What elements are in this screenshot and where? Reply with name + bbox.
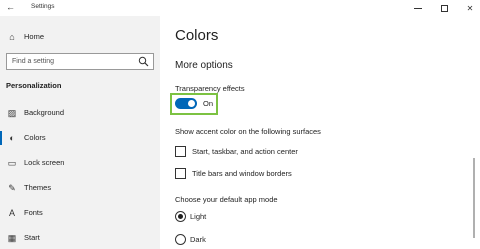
accent-surfaces-label: Show accent color on the following surfa… — [175, 127, 321, 136]
sidebar-item-label: Colors — [24, 133, 46, 142]
palette-icon: ◐ — [9, 133, 15, 143]
scrollbar[interactable] — [473, 158, 475, 238]
sidebar-item-label: Background — [24, 108, 65, 117]
sidebar-item-colors[interactable]: ◐ Colors — [0, 129, 160, 149]
sidebar-item-label: Home — [24, 32, 45, 41]
sidebar-item-start[interactable]: ▦ Start — [0, 229, 160, 249]
window-title-bar: ← Settings ✕ — [0, 0, 480, 16]
checkbox-box[interactable] — [175, 146, 186, 157]
radio-label: Dark — [190, 235, 206, 244]
sidebar-item-home[interactable]: ⌂ Home — [0, 28, 160, 48]
app-mode-label: Choose your default app mode — [175, 195, 278, 204]
maximize-icon — [440, 4, 448, 12]
search-input[interactable]: Find a setting — [6, 53, 154, 70]
sidebar-item-background[interactable]: ▨ Background — [0, 104, 160, 124]
section-heading: More options — [175, 60, 233, 71]
transparency-toggle[interactable] — [175, 98, 197, 109]
page-title: Colors — [175, 27, 219, 44]
window-title: Settings — [31, 3, 55, 10]
start-icon: ▦ — [7, 232, 17, 243]
selected-indicator — [0, 131, 2, 145]
sidebar-item-label: Fonts — [24, 208, 43, 217]
sidebar-item-themes[interactable]: ✎ Themes — [0, 179, 160, 199]
home-icon: ⌂ — [9, 32, 15, 42]
transparency-label: Transparency effects — [175, 84, 245, 93]
checkbox-label: Start, taskbar, and action center — [192, 147, 298, 156]
minimize-icon — [414, 7, 422, 9]
radio-button[interactable] — [175, 234, 186, 245]
radio-label: Light — [190, 212, 207, 221]
sidebar-item-label: Themes — [24, 183, 52, 192]
back-arrow-icon[interactable]: ← — [6, 1, 15, 13]
maximize-button[interactable] — [431, 1, 457, 15]
font-icon: A — [8, 208, 15, 218]
close-icon: ✕ — [466, 3, 474, 13]
close-button[interactable]: ✕ — [457, 1, 480, 15]
minimize-button[interactable] — [405, 1, 431, 15]
sidebar-item-fonts[interactable]: A Fonts — [0, 204, 160, 224]
sidebar-item-label: Start — [24, 233, 40, 242]
sidebar-section-title: Personalization — [6, 81, 62, 90]
sidebar-item-label: Lock screen — [24, 158, 65, 167]
toggle-knob — [188, 100, 195, 107]
toggle-state-label: On — [203, 99, 214, 108]
checkbox-box[interactable] — [175, 168, 186, 179]
sidebar-item-lock-screen[interactable]: ▭ Lock screen — [0, 154, 160, 174]
monitor-icon: ▭ — [7, 157, 17, 168]
brush-icon: ✎ — [8, 182, 16, 193]
radio-button[interactable] — [175, 211, 186, 222]
radio-selected-dot — [178, 214, 183, 219]
search-icon[interactable] — [138, 56, 149, 67]
search-placeholder: Find a setting — [12, 58, 55, 65]
settings-sidebar: ⌂ Home Find a setting Personalization ▨ … — [0, 16, 160, 249]
checkbox-label: Title bars and window borders — [192, 169, 292, 178]
picture-icon: ▨ — [7, 107, 17, 118]
